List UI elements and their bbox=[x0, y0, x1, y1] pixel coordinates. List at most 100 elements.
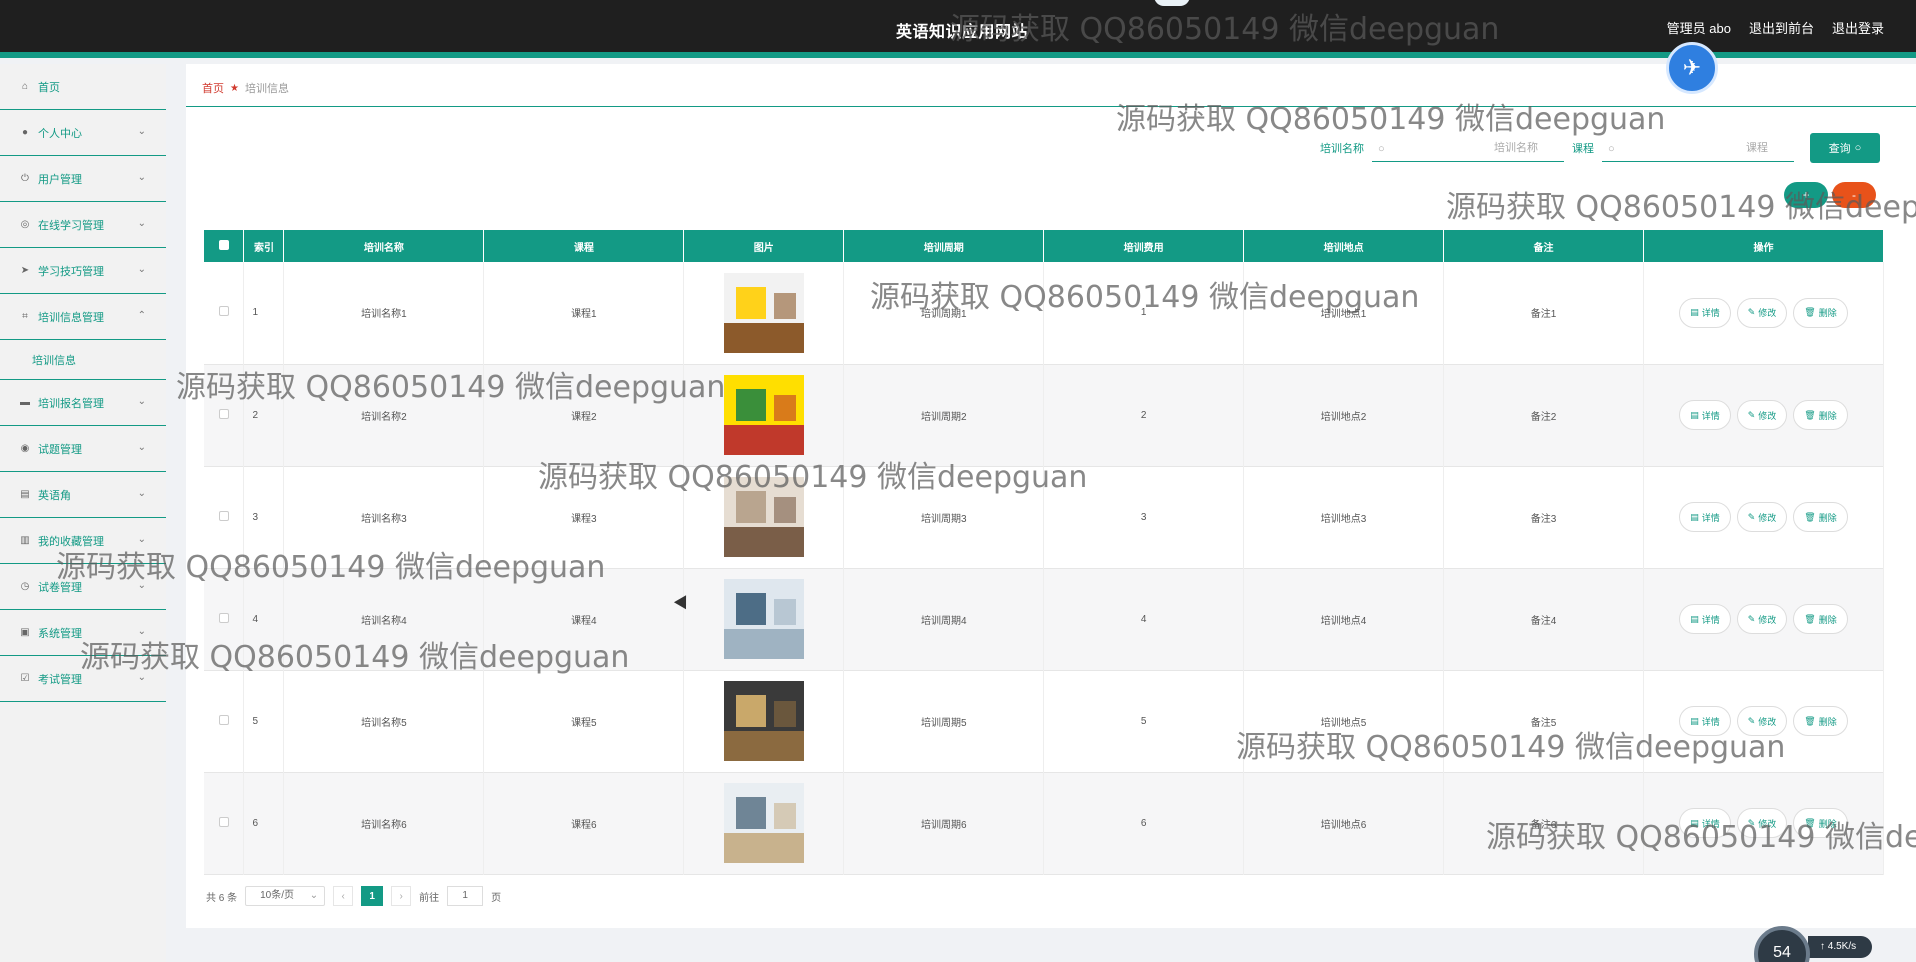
detail-button[interactable]: ▤ 详情 bbox=[1679, 502, 1731, 532]
page-size-select[interactable]: 10条/页 ⌄ bbox=[245, 886, 326, 906]
row-checkbox[interactable] bbox=[218, 714, 229, 725]
sidebar-item-questions[interactable]: ◉ 试题管理 ⌄ bbox=[0, 426, 166, 472]
pencil-icon: ✎ bbox=[1747, 613, 1756, 624]
sidebar-item-training-info[interactable]: ⌗ 培训信息管理 ⌃ bbox=[0, 294, 166, 340]
sidebar-item-label: 试题管理 bbox=[38, 443, 82, 456]
sidebar-item-study-tips[interactable]: ➤ 学习技巧管理 ⌄ bbox=[0, 248, 166, 294]
place-cell: 培训地点6 bbox=[1243, 772, 1445, 874]
edit-button[interactable]: ✎ 修改 bbox=[1736, 400, 1788, 430]
column-header: 培训周期 bbox=[843, 230, 1045, 262]
sidebar-item-home[interactable]: ⌂ 首页 bbox=[0, 64, 166, 110]
star-icon: ★ bbox=[230, 82, 239, 94]
chevron-down-icon: ⌄ bbox=[137, 218, 146, 229]
breadcrumb-home[interactable]: 首页 bbox=[202, 80, 224, 96]
pencil-icon: ✎ bbox=[1747, 511, 1756, 522]
training-name-input[interactable]: ○ 培训名称 bbox=[1372, 134, 1564, 162]
edit-button[interactable]: ✎ 修改 bbox=[1736, 297, 1788, 328]
sidebar-item-label: 培训信息管理 bbox=[38, 311, 104, 324]
current-page[interactable]: 1 bbox=[361, 886, 384, 906]
detail-button[interactable]: ▤ 详情 bbox=[1679, 604, 1731, 634]
delete-button[interactable]: 🗑 删除 bbox=[1793, 502, 1848, 532]
compass-icon: ◎ bbox=[20, 218, 30, 230]
document-icon: ▤ bbox=[1690, 511, 1699, 522]
note-cell: 备注4 bbox=[1443, 568, 1644, 670]
trash-icon: 🗑 bbox=[1804, 511, 1816, 522]
edit-button[interactable]: ✎ 修改 bbox=[1736, 604, 1788, 634]
briefcase-icon: ▤ bbox=[20, 488, 30, 500]
chevron-down-icon: ⌄ bbox=[137, 488, 146, 499]
fee-cell: 2 bbox=[1043, 364, 1245, 466]
pagination: 共 6 条 10条/页 ⌄ ‹ 1 › 前往 1 页 bbox=[206, 886, 501, 906]
row-checkbox[interactable] bbox=[218, 510, 229, 521]
training-image[interactable] bbox=[723, 375, 804, 455]
sidebar-subitem-label: 培训信息 bbox=[32, 354, 76, 367]
sidebar-item-online-learning[interactable]: ◎ 在线学习管理 ⌄ bbox=[0, 202, 166, 248]
document-icon: ▤ bbox=[1690, 409, 1699, 420]
sidebar-item-users[interactable]: ⏻ 用户管理 ⌄ bbox=[0, 156, 166, 202]
bird-float-icon[interactable]: ✈ bbox=[1666, 42, 1718, 94]
delete-button[interactable]: 🗑 删除 bbox=[1793, 706, 1848, 736]
home-icon: ⌂ bbox=[21, 80, 29, 92]
power-icon: ⏻ bbox=[21, 172, 29, 184]
row-checkbox[interactable] bbox=[218, 408, 229, 419]
breadcrumb: 首页 ★ 培训信息 bbox=[202, 80, 289, 96]
training-image[interactable] bbox=[723, 579, 804, 659]
index-cell: 1 bbox=[243, 262, 285, 364]
name-cell: 培训名称5 bbox=[283, 670, 485, 772]
delete-button[interactable]: 🗑 删除 bbox=[1793, 297, 1848, 328]
total-count: 共 6 条 bbox=[206, 892, 238, 904]
detail-button[interactable]: ▤ 详情 bbox=[1679, 400, 1731, 430]
watermark-text: 源码获取 QQ86050149 微信deepguan bbox=[950, 12, 1500, 47]
breadcrumb-current: 培训信息 bbox=[244, 83, 289, 95]
sidebar-subitem-training-info[interactable]: 培训信息 bbox=[0, 340, 166, 380]
training-image[interactable] bbox=[723, 681, 804, 761]
detail-button[interactable]: ▤ 详情 bbox=[1679, 297, 1731, 328]
search-icon: ○ bbox=[1854, 142, 1862, 154]
period-cell: 培训周期2 bbox=[843, 364, 1045, 466]
course-label: 课程 bbox=[1572, 143, 1594, 155]
course-input[interactable]: ○ 课程 bbox=[1602, 134, 1794, 162]
sidebar-item-english-corner[interactable]: ▤ 英语角 ⌄ bbox=[0, 472, 166, 518]
document-icon: ▤ bbox=[1690, 613, 1699, 624]
chevron-down-icon: ⌄ bbox=[137, 442, 146, 453]
row-select-cell bbox=[204, 262, 245, 364]
query-button[interactable]: 查询 ○ bbox=[1810, 133, 1880, 163]
fee-cell: 6 bbox=[1043, 772, 1245, 874]
fee-cell: 5 bbox=[1043, 670, 1245, 772]
course-cell: 课程6 bbox=[483, 772, 685, 874]
place-cell: 培训地点3 bbox=[1243, 466, 1445, 568]
watermark-text: 源码获取 QQ86050149 微信deepguan bbox=[56, 550, 606, 585]
training-image[interactable] bbox=[723, 783, 804, 863]
clipboard-icon: ▣ bbox=[20, 626, 30, 638]
goto-page-input[interactable]: 1 bbox=[447, 886, 484, 906]
training-image[interactable] bbox=[723, 272, 804, 353]
course-cell: 课程1 bbox=[483, 262, 685, 364]
pencil-icon: ✎ bbox=[1747, 409, 1756, 420]
sidebar-item-label: 用户管理 bbox=[38, 173, 82, 186]
up-arrow-icon: ↑ bbox=[1820, 941, 1828, 952]
back-to-front-link[interactable]: 退出到前台 bbox=[1749, 18, 1814, 37]
sidebar-item-label: 学习技巧管理 bbox=[38, 265, 104, 278]
select-all-checkbox[interactable] bbox=[218, 239, 229, 250]
watermark-text: 源码获取 QQ86050149 微信deepguan bbox=[1116, 102, 1666, 137]
period-cell: 培训周期4 bbox=[843, 568, 1045, 670]
delete-button[interactable]: 🗑 删除 bbox=[1793, 604, 1848, 634]
prev-page-button[interactable]: ‹ bbox=[333, 886, 354, 906]
row-checkbox[interactable] bbox=[218, 306, 229, 317]
image-cell bbox=[683, 262, 845, 364]
next-page-button[interactable]: › bbox=[391, 886, 412, 906]
send-icon: ➤ bbox=[20, 264, 30, 276]
edit-button[interactable]: ✎ 修改 bbox=[1736, 502, 1788, 532]
logout-link[interactable]: 退出登录 bbox=[1832, 18, 1884, 37]
user-icon: ● bbox=[21, 126, 29, 138]
delete-button[interactable]: 🗑 删除 bbox=[1793, 400, 1848, 430]
goto-label: 前往 bbox=[419, 892, 440, 904]
sidebar-item-training-signup[interactable]: ▬ 培训报名管理 ⌄ bbox=[0, 380, 166, 426]
row-checkbox[interactable] bbox=[218, 612, 229, 623]
sidebar-item-profile[interactable]: ● 个人中心 ⌄ bbox=[0, 110, 166, 156]
row-checkbox[interactable] bbox=[218, 816, 229, 827]
course-cell: 课程5 bbox=[483, 670, 685, 772]
row-select-cell bbox=[204, 772, 245, 874]
chevron-down-icon: ⌄ bbox=[137, 396, 146, 407]
trash-icon: 🗑 bbox=[1804, 307, 1816, 318]
